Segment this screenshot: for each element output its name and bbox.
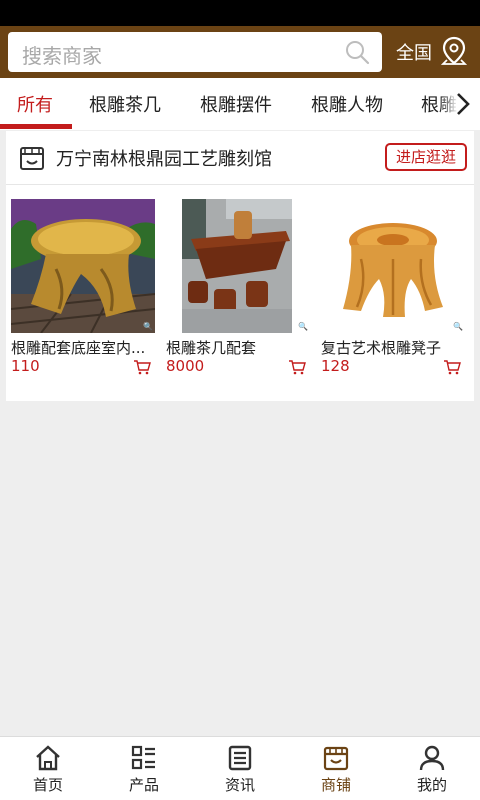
product-card[interactable]: 🔍 根雕茶几配套 8000 xyxy=(166,199,310,384)
nav-label: 资讯 xyxy=(224,776,255,794)
search-icon[interactable] xyxy=(344,39,370,65)
chevron-right-icon[interactable] xyxy=(455,92,471,116)
product-image-retro-root-stool[interactable]: 🔍 xyxy=(321,199,465,333)
store-icon xyxy=(20,147,44,170)
zoom-icon: 🔍 xyxy=(453,322,463,331)
shop-icon xyxy=(323,746,349,771)
user-icon xyxy=(419,745,445,771)
cart-icon[interactable] xyxy=(288,359,306,375)
shop-card: 万宁南林根鼎园工艺雕刻馆 进店逛逛 🔍 根雕配套底座室内... 110 🔍 根雕… xyxy=(6,131,474,401)
news-icon xyxy=(228,745,252,771)
home-icon xyxy=(36,745,60,771)
nav-news[interactable]: 资讯 xyxy=(192,737,288,800)
shop-name[interactable]: 万宁南林根鼎园工艺雕刻馆 xyxy=(56,145,272,171)
nav-shops[interactable]: 商铺 xyxy=(288,737,384,800)
nav-label: 首页 xyxy=(32,776,63,794)
product-name[interactable]: 根雕茶几配套 xyxy=(166,337,310,358)
nav-mine[interactable]: 我的 xyxy=(384,737,480,800)
shop-header: 万宁南林根鼎园工艺雕刻馆 进店逛逛 xyxy=(6,131,474,185)
product-name[interactable]: 复古艺术根雕凳子 xyxy=(321,337,465,358)
nav-products[interactable]: 产品 xyxy=(96,737,192,800)
product-price: 8000 xyxy=(166,357,205,375)
search-placeholder: 搜索商家 xyxy=(22,44,102,68)
product-price: 110 xyxy=(11,357,40,375)
zoom-icon: 🔍 xyxy=(298,322,308,331)
category-tabs: 所有 根雕茶几 根雕摆件 根雕人物 根雕 xyxy=(0,78,480,130)
bottom-nav: 首页 产品 资讯 商铺 我的 xyxy=(0,736,480,800)
search-input[interactable]: 搜索商家 xyxy=(8,32,382,72)
product-price: 128 xyxy=(321,357,350,375)
visit-shop-button[interactable]: 进店逛逛 xyxy=(385,143,467,171)
nav-home[interactable]: 首页 xyxy=(0,737,96,800)
header: 搜索商家 全国 xyxy=(0,26,480,78)
tab-root-figure[interactable]: 根雕人物 xyxy=(311,91,383,117)
region-selector[interactable]: 全国 xyxy=(396,39,432,65)
tab-all[interactable]: 所有 xyxy=(17,91,53,117)
product-card[interactable]: 🔍 复古艺术根雕凳子 128 xyxy=(321,199,465,384)
product-card[interactable]: 🔍 根雕配套底座室内... 110 xyxy=(11,199,155,384)
product-image-carved-stool-base[interactable]: 🔍 xyxy=(11,199,155,333)
zoom-icon: 🔍 xyxy=(143,322,153,331)
product-name[interactable]: 根雕配套底座室内... xyxy=(11,337,155,358)
tab-root-tea-table[interactable]: 根雕茶几 xyxy=(89,91,161,117)
status-bar xyxy=(0,0,480,26)
grid-list-icon xyxy=(131,745,155,770)
nav-label: 产品 xyxy=(128,776,159,794)
product-image-tea-table-set[interactable]: 🔍 xyxy=(166,199,310,333)
active-tab-indicator xyxy=(0,124,72,129)
cart-icon[interactable] xyxy=(133,359,151,375)
location-icon[interactable] xyxy=(441,36,467,66)
tab-root-ornament[interactable]: 根雕摆件 xyxy=(200,91,272,117)
nav-label: 商铺 xyxy=(320,776,351,794)
cart-icon[interactable] xyxy=(443,359,461,375)
nav-label: 我的 xyxy=(416,776,447,794)
